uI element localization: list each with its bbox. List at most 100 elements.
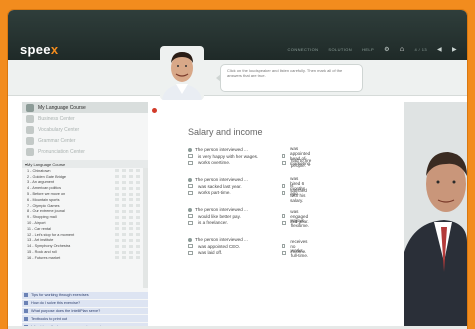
answer-checkbox[interactable]	[282, 214, 286, 219]
progress-box	[115, 186, 119, 190]
speaker-icon[interactable]	[188, 207, 192, 212]
answer-option[interactable]: is satisfied with his salary.	[282, 183, 309, 203]
answer-option[interactable]: works full-time.	[282, 247, 309, 258]
answer-checkbox[interactable]	[188, 160, 193, 165]
question-prompt: The person interviewed ...	[188, 146, 258, 153]
tip-label: How do I solve this exercise?	[31, 301, 81, 306]
progress-box	[129, 256, 133, 260]
arrow-left-icon[interactable]: ◀	[437, 46, 442, 53]
tab-pronunciation-center[interactable]: Pronunciation Center	[22, 146, 148, 157]
tab-vocabulary-center[interactable]: Vocabulary Center	[22, 124, 148, 135]
answer-option[interactable]: works overtime.	[188, 160, 258, 167]
tip-link[interactable]: Textbooks to print out	[22, 315, 148, 323]
answer-checkbox[interactable]	[282, 220, 286, 225]
book-icon	[26, 125, 34, 134]
answer-label: had to fire people.	[290, 157, 312, 168]
answer-checkbox[interactable]	[188, 220, 193, 225]
progress-box	[136, 198, 140, 202]
answer-option[interactable]: had to fire people.	[282, 157, 313, 168]
progress-box	[129, 238, 133, 242]
answer-label: was appointed CEO.	[198, 243, 241, 249]
lesson-item[interactable]: 16 - Futures market	[22, 255, 148, 261]
gear-icon[interactable]: ⚙	[384, 46, 390, 53]
top-bar: speex CONNECTION SOLUTION HELP ⚙ ⌂ 4 / 1…	[8, 10, 467, 60]
tip-link[interactable]: What purpose does the IntelliPlan serve?	[22, 307, 148, 315]
answer-checkbox[interactable]	[188, 250, 193, 255]
answer-checkbox[interactable]	[282, 154, 286, 159]
course-heading[interactable]: ▾ My Language Course	[22, 160, 148, 168]
lesson-label: 3 - An argument	[27, 180, 55, 185]
answer-label: enjoys flexitime.	[290, 217, 309, 228]
menu-item-solution[interactable]: SOLUTION	[328, 47, 352, 52]
menu-item-help[interactable]: HELP	[362, 47, 374, 52]
answer-checkbox[interactable]	[282, 250, 286, 255]
question-prompt: The person interviewed ...	[188, 206, 248, 213]
question-group: The person interviewed ... was sacked las…	[188, 176, 307, 203]
answer-label: would like better pay.	[198, 213, 241, 219]
lesson-list: 1 - Chinatown 2 - Golden Gate Bridge 3 - A…	[22, 168, 148, 286]
progress-box	[122, 227, 126, 231]
answer-checkbox[interactable]	[282, 184, 286, 189]
menu-item-connection[interactable]: CONNECTION	[288, 47, 319, 52]
progress-box	[115, 175, 119, 179]
tip-label: Textbooks to print out	[31, 316, 68, 321]
top-menu: CONNECTION SOLUTION HELP ⚙ ⌂ 4 / 13 ◀ ▶	[288, 46, 457, 53]
progress-box	[136, 169, 140, 173]
progress-box	[129, 186, 133, 190]
page-counter: 4 / 13	[414, 47, 427, 52]
answer-option[interactable]: was laid off.	[188, 250, 248, 257]
answer-label: is a freelancer.	[198, 220, 228, 226]
tip-link[interactable]: How do I solve this exercise?	[22, 299, 148, 307]
answer-checkbox[interactable]	[188, 214, 193, 219]
progress-box	[129, 227, 133, 231]
progress-box	[136, 215, 140, 219]
lesson-label: 15 - Rock and roll	[27, 250, 57, 255]
speaker-icon[interactable]	[188, 237, 192, 242]
answer-label: works full-time.	[290, 247, 309, 258]
answer-checkbox[interactable]	[188, 184, 193, 189]
lesson-label: 12 - Let's stop for a moment	[27, 232, 75, 237]
tip-link[interactable]: Tips for working through exercises	[22, 292, 148, 299]
progress-box	[129, 192, 133, 196]
answer-checkbox[interactable]	[282, 190, 286, 195]
answer-checkbox[interactable]	[282, 244, 286, 249]
document-icon	[24, 301, 28, 306]
answer-checkbox[interactable]	[188, 154, 193, 159]
speaker-marker[interactable]	[152, 108, 157, 113]
tab-my-language-course[interactable]: My Language Course	[22, 102, 148, 113]
answer-option[interactable]: enjoys flexitime.	[282, 217, 310, 228]
answer-option[interactable]: is very happy with her wages.	[188, 153, 258, 160]
document-icon	[24, 308, 28, 313]
home-icon[interactable]: ⌂	[400, 46, 405, 53]
tab-grammar-center[interactable]: Grammar Center	[22, 135, 148, 146]
speaker-icon[interactable]	[188, 177, 192, 182]
progress-box	[136, 192, 140, 196]
arrow-right-icon[interactable]: ▶	[452, 46, 457, 53]
answer-option[interactable]: is a freelancer.	[188, 220, 248, 227]
progress-box	[129, 175, 133, 179]
answer-label: is satisfied with his salary.	[290, 182, 307, 203]
progress-box	[115, 198, 119, 202]
progress-box	[129, 198, 133, 202]
speech-icon	[26, 147, 34, 156]
lesson-label: 14 - Symphony Orchestra	[27, 244, 71, 249]
progress-box	[129, 233, 133, 237]
answer-label: works overtime.	[198, 160, 231, 166]
progress-box	[136, 175, 140, 179]
answer-option[interactable]: works part-time.	[188, 190, 248, 197]
speaker-icon[interactable]	[188, 147, 192, 152]
answer-checkbox[interactable]	[188, 190, 193, 195]
app-window: speex CONNECTION SOLUTION HELP ⚙ ⌂ 4 / 1…	[8, 10, 467, 329]
answer-checkbox[interactable]	[282, 160, 286, 165]
answer-checkbox[interactable]	[188, 244, 193, 249]
question-prompt: The person interviewed ...	[188, 176, 248, 183]
question-group: The person interviewed ... was appointed …	[188, 236, 308, 258]
progress-box	[122, 169, 126, 173]
progress-box	[115, 233, 119, 237]
tab-business-center[interactable]: Business Center	[22, 113, 148, 124]
progress-box	[122, 198, 126, 202]
progress-box	[136, 238, 140, 242]
progress-box	[122, 215, 126, 219]
lesson-label: 8 - Our extreme jounal	[27, 209, 65, 214]
progress-box	[122, 233, 126, 237]
